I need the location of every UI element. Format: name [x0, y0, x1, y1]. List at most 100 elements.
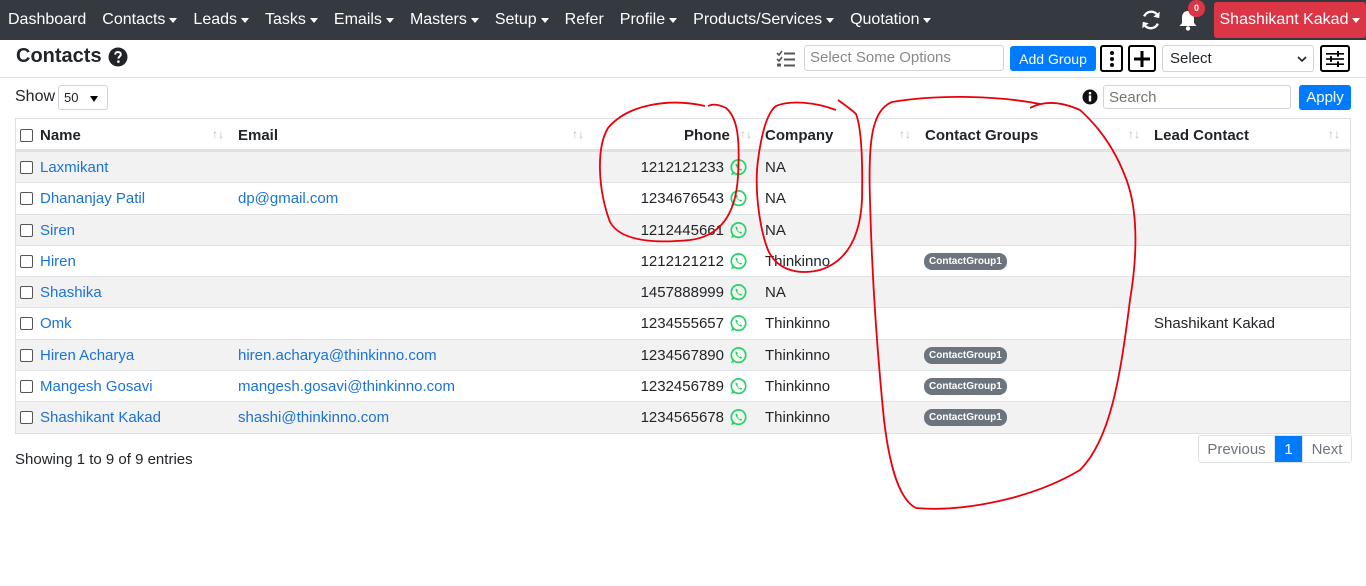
- list-icon: [776, 50, 795, 67]
- whatsapp-icon[interactable]: [729, 283, 748, 302]
- column-header-phone[interactable]: Phone: [684, 119, 730, 151]
- phone-number: 1232456789: [640, 378, 724, 396]
- search-input[interactable]: [1103, 85, 1291, 109]
- column-header-name[interactable]: Name: [40, 119, 81, 151]
- contact-name-link[interactable]: Mangesh Gosavi: [40, 371, 153, 402]
- row-checkbox[interactable]: [20, 223, 33, 237]
- nav-item-masters[interactable]: Masters: [410, 11, 479, 29]
- row-checkbox[interactable]: [20, 254, 33, 268]
- column-header-contact-groups[interactable]: Contact Groups: [925, 119, 1038, 151]
- nav-item-dashboard[interactable]: Dashboard: [8, 11, 86, 29]
- column-header-company[interactable]: Company: [765, 119, 833, 151]
- chevron-down-icon: [169, 17, 178, 23]
- table-row: Siren 1212445661 NA: [16, 213, 1350, 246]
- nav-item-quotation[interactable]: Quotation: [850, 11, 932, 29]
- nav-item-emails[interactable]: Emails: [334, 11, 394, 29]
- whatsapp-icon[interactable]: [729, 252, 748, 271]
- nav-item-label: Setup: [494, 11, 537, 28]
- row-checkbox[interactable]: [20, 161, 33, 174]
- refresh-icon[interactable]: [1140, 9, 1162, 31]
- contact-email-link[interactable]: shashi@thinkinno.com: [238, 402, 389, 433]
- action-select[interactable]: Select: [1162, 45, 1314, 72]
- more-options-button[interactable]: [1100, 45, 1123, 72]
- page-title-text: Contacts: [16, 45, 102, 67]
- notification-count-badge: 0: [1188, 0, 1205, 17]
- table-body: Laxmikant 1212121233 NA Dhananjay Patil dp@g…: [16, 151, 1350, 433]
- row-select-cell: [20, 371, 33, 402]
- row-checkbox[interactable]: [20, 286, 33, 300]
- chevron-down-icon: [1297, 56, 1307, 63]
- sort-icon[interactable]: ↑↓: [1128, 127, 1142, 141]
- row-checkbox[interactable]: [20, 317, 33, 331]
- info-icon[interactable]: [1082, 89, 1098, 105]
- sort-icon[interactable]: ↑↓: [899, 127, 913, 141]
- contact-email-link[interactable]: dp@gmail.com: [238, 183, 338, 214]
- whatsapp-icon[interactable]: [729, 158, 748, 177]
- row-checkbox[interactable]: [20, 380, 33, 394]
- page-title: Contacts: [16, 45, 128, 68]
- contact-name-link[interactable]: Laxmikant: [40, 152, 108, 183]
- contact-email-link[interactable]: hiren.acharya@thinkinno.com: [238, 340, 437, 371]
- add-group-button[interactable]: Add Group: [1010, 46, 1096, 71]
- contact-name-link[interactable]: Hiren: [40, 246, 76, 277]
- nav-item-refer[interactable]: Refer: [565, 11, 604, 29]
- page-size-select[interactable]: 50: [58, 85, 108, 110]
- nav-item-label: Quotation: [850, 11, 920, 28]
- row-checkbox[interactable]: [20, 348, 33, 362]
- company-cell: NA: [765, 221, 786, 239]
- contact-name-link[interactable]: Dhananjay Patil: [40, 183, 145, 214]
- column-header-email[interactable]: Email: [238, 119, 278, 151]
- nav-item-leads[interactable]: Leads: [193, 11, 250, 29]
- next-page-button[interactable]: Next: [1302, 436, 1351, 462]
- sort-icon[interactable]: ↑↓: [1328, 127, 1342, 141]
- whatsapp-icon[interactable]: [729, 189, 748, 208]
- whatsapp-icon[interactable]: [729, 346, 748, 365]
- page-1-button[interactable]: 1: [1275, 436, 1302, 462]
- phone-number: 1234565678: [640, 409, 724, 427]
- chevron-down-icon: [669, 17, 678, 23]
- row-checkbox[interactable]: [20, 192, 33, 206]
- chevron-down-icon: [923, 17, 932, 23]
- contact-group-multiselect[interactable]: Select Some Options: [804, 45, 1004, 71]
- contact-group-badge: ContactGroup1: [924, 252, 1007, 270]
- company-cell: Thinkinno: [765, 409, 831, 427]
- nav-right: 0 Shashikant Kakad: [1140, 0, 1366, 40]
- column-header-lead-contact[interactable]: Lead Contact: [1154, 119, 1249, 151]
- apply-button[interactable]: Apply: [1299, 85, 1351, 110]
- phone-number: 1212445661: [640, 221, 724, 239]
- row-checkbox[interactable]: [20, 411, 33, 425]
- nav-item-profile[interactable]: Profile: [619, 11, 678, 29]
- sort-icon[interactable]: ↑↓: [572, 127, 586, 141]
- sort-icon[interactable]: ↑↓: [212, 127, 226, 141]
- previous-page-button[interactable]: Previous: [1199, 436, 1275, 462]
- notifications-button[interactable]: 0: [1176, 0, 1205, 32]
- nav-item-products-services[interactable]: Products/Services: [693, 11, 835, 29]
- help-icon[interactable]: [108, 47, 128, 67]
- contact-email-link[interactable]: mangesh.gosavi@thinkinno.com: [238, 371, 455, 402]
- row-select-cell: [20, 246, 33, 277]
- row-select-cell: [20, 183, 33, 214]
- nav-item-setup[interactable]: Setup: [495, 11, 549, 29]
- nav-item-tasks[interactable]: Tasks: [265, 11, 318, 29]
- select-all-checkbox[interactable]: [20, 128, 33, 142]
- whatsapp-icon[interactable]: [729, 408, 748, 427]
- contact-name-link[interactable]: Omk: [40, 308, 72, 339]
- contact-name-link[interactable]: Shashikant Kakad: [40, 402, 161, 433]
- whatsapp-icon[interactable]: [729, 221, 748, 240]
- nav-item-contacts[interactable]: Contacts: [102, 11, 178, 29]
- company-cell: Thinkinno: [765, 378, 831, 396]
- contact-name-link[interactable]: Shashika: [40, 277, 102, 308]
- nav-menu: Dashboard Contacts Leads Tasks Emails Masters…: [0, 0, 947, 40]
- column-settings-button[interactable]: [1320, 45, 1350, 72]
- top-navbar: Dashboard Contacts Leads Tasks Emails Masters…: [0, 0, 1366, 40]
- contact-name-link[interactable]: Siren: [40, 215, 75, 246]
- add-contact-button[interactable]: [1128, 45, 1156, 72]
- nav-item-label: Refer: [564, 11, 604, 28]
- whatsapp-icon[interactable]: [729, 377, 748, 396]
- contact-name-link[interactable]: Hiren Acharya: [40, 340, 134, 371]
- table-row: Shashikant Kakad shashi@thinkinno.com 1234…: [16, 401, 1350, 433]
- sort-icon[interactable]: ↑↓: [740, 127, 754, 141]
- nav-item-label: Profile: [619, 11, 666, 28]
- user-menu-button[interactable]: Shashikant Kakad: [1214, 2, 1366, 38]
- whatsapp-icon[interactable]: [729, 314, 748, 333]
